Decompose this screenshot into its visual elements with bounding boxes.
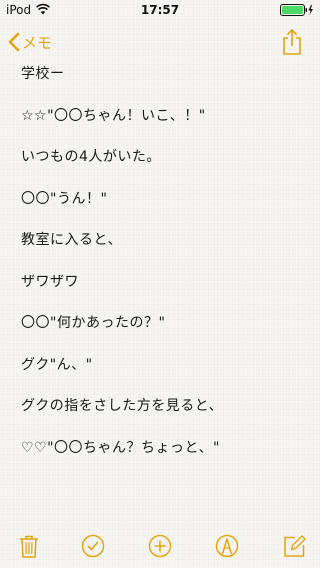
note-body[interactable]: 学校ー ☆☆"〇〇ちゃん！いこ、！" いつもの4人がいた。 〇〇"うん！" 教室… — [21, 60, 306, 508]
checklist-icon[interactable] — [81, 534, 105, 558]
trash-icon[interactable] — [17, 534, 41, 558]
note-line: グク"ん、" — [21, 356, 93, 373]
note-line: ☆☆"〇〇ちゃん！いこ、！" — [21, 107, 206, 124]
note-line: 〇〇"うん！" — [21, 190, 108, 207]
back-button[interactable]: メモ — [8, 31, 52, 53]
back-label: メモ — [22, 33, 53, 52]
bottom-toolbar — [0, 524, 320, 568]
note-line: ♡♡"〇〇ちゃん？ちょっと、" — [21, 439, 220, 456]
note-line: ザワザワ — [21, 273, 79, 290]
battery-icon — [280, 4, 313, 16]
add-icon[interactable] — [148, 534, 172, 558]
note-line: グクの指をさした方を見ると、 — [21, 398, 224, 414]
nav-bar: メモ — [0, 20, 320, 64]
note-line: 〇〇"何かあったの？" — [21, 315, 166, 331]
chevron-left-icon — [8, 32, 20, 52]
status-time: 17:57 — [140, 3, 180, 17]
sketch-icon[interactable] — [215, 534, 239, 558]
note-line: 教室に入ると、 — [21, 232, 122, 248]
share-icon[interactable] — [282, 28, 302, 56]
note-line: いつもの4人がいた。 — [21, 149, 161, 165]
status-bar: iPod 17:57 — [0, 0, 320, 20]
note-line: 学校ー — [21, 66, 65, 82]
compose-icon[interactable] — [282, 534, 306, 558]
